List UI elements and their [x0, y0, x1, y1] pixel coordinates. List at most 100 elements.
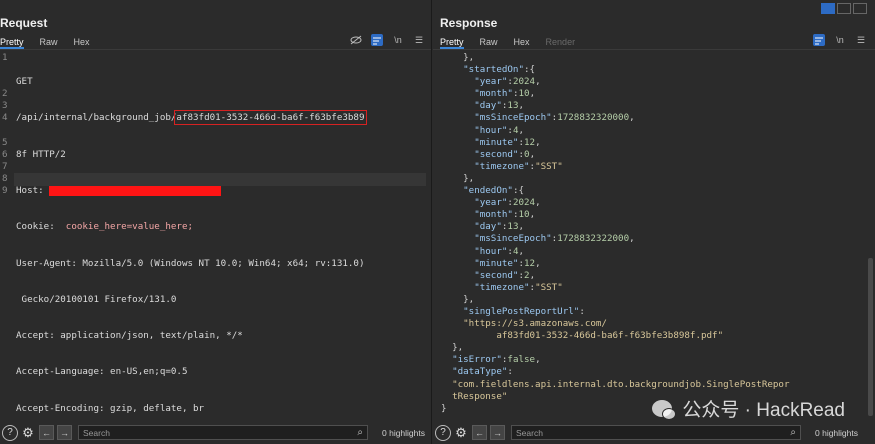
request-line: GET [16, 76, 33, 88]
json-token: "https://s3.amazonaws.com/ [463, 318, 607, 330]
json-token: :{ [524, 64, 536, 76]
json-token: "msSinceEpoch" [474, 233, 552, 245]
response-tab-hex[interactable]: Hex [514, 35, 530, 49]
json-token: "year" [474, 76, 508, 88]
request-line: Accept: application/json, text/plain, */… [16, 330, 243, 342]
settings-gear-icon[interactable]: ⚙ [20, 425, 36, 441]
response-json-line: }, [441, 342, 790, 354]
response-json-line: "minute":12, [441, 137, 790, 149]
response-json-line: "year":2024, [441, 197, 790, 209]
search-icon[interactable]: ⌕ [357, 427, 363, 438]
layout-toggle [819, 3, 867, 14]
request-pane: Request Pretty Raw Hex \n ☰ 1 2 3 4 5 6 … [0, 0, 432, 444]
json-token: :{ [512, 185, 525, 197]
response-json-line: "timezone":"SST" [441, 282, 790, 294]
json-token: , [518, 124, 525, 136]
json-token: 13 [507, 100, 519, 112]
forward-arrow-icon[interactable]: → [57, 425, 72, 440]
menu-icon[interactable]: ☰ [413, 34, 425, 46]
response-code: }, "startedOn":{ "year":2024, "month":10… [441, 52, 790, 415]
hide-nonprintable-icon[interactable] [350, 34, 362, 46]
response-tab-raw[interactable]: Raw [480, 35, 498, 49]
response-divider [433, 49, 875, 50]
menu-icon[interactable]: ☰ [855, 34, 867, 46]
response-json-line: "month":10, [441, 209, 790, 221]
word-wrap-icon[interactable] [371, 34, 383, 46]
json-token: "com.fieldlens.api.internal.dto.backgrou… [452, 378, 790, 390]
response-tabs: Pretty Raw Hex Render [440, 35, 591, 49]
json-token: }, [463, 52, 475, 63]
help-icon[interactable]: ? [2, 424, 18, 441]
response-search-bar: ? ⚙ ← → Search ⌕ 0 highlights [433, 424, 875, 441]
response-search-input[interactable]: Search ⌕ [511, 425, 801, 440]
layout-side-by-side-button[interactable] [821, 3, 835, 14]
response-scrollbar[interactable] [868, 258, 873, 416]
back-arrow-icon[interactable]: ← [472, 425, 487, 440]
request-tab-pretty[interactable]: Pretty [0, 35, 24, 49]
json-token: , [529, 269, 536, 281]
request-line: 8f HTTP/2 [16, 148, 66, 160]
redacted-host [49, 185, 222, 196]
json-token: , [535, 136, 541, 148]
json-token: 13 [507, 221, 519, 233]
settings-gear-icon[interactable]: ⚙ [453, 425, 469, 441]
search-placeholder: Search [516, 427, 543, 438]
json-token: 10 [518, 209, 530, 221]
json-token: "hour" [474, 124, 508, 136]
json-token: "SST" [535, 160, 563, 172]
back-arrow-icon[interactable]: ← [39, 425, 54, 440]
response-json-line: "day":13, [441, 221, 790, 233]
layout-stacked-button[interactable] [837, 3, 851, 14]
newline-icon[interactable]: \n [834, 34, 846, 46]
json-token: "endedOn" [463, 185, 513, 197]
json-token: false [507, 354, 536, 366]
request-line: Gecko/20100101 Firefox/131.0 [16, 293, 177, 305]
request-search-input[interactable]: Search ⌕ [78, 425, 368, 440]
watermark: 公众号 · HackRead [652, 395, 845, 422]
response-pane: Response Pretty Raw Hex Render \n ☰ }, "… [433, 0, 875, 444]
search-placeholder: Search [83, 427, 110, 438]
help-icon[interactable]: ? [435, 424, 451, 441]
job-id-highlight: af83fd01-3532-466d-ba6f-f63bfe3b89 [174, 110, 367, 126]
layout-tabs-button[interactable] [853, 3, 867, 14]
newline-icon[interactable]: \n [392, 34, 404, 46]
json-token: , [535, 76, 541, 88]
watermark-text: 公众号 · HackRead [682, 400, 845, 421]
line-number: 3 [2, 100, 8, 112]
line-number: 9 [2, 185, 8, 197]
request-line: User-Agent: Mozilla/5.0 (Windows NT 10.0… [16, 257, 365, 269]
search-icon[interactable]: ⌕ [790, 427, 796, 438]
line-number: 5 [2, 136, 8, 148]
response-json-line: "month":10, [441, 88, 790, 100]
request-tab-hex[interactable]: Hex [74, 35, 90, 49]
response-tab-pretty[interactable]: Pretty [440, 35, 464, 49]
json-token: tResponse" [452, 390, 508, 402]
word-wrap-icon[interactable] [813, 34, 825, 46]
json-token: : [507, 366, 513, 378]
json-token: "second" [474, 269, 519, 281]
forward-arrow-icon[interactable]: → [490, 425, 505, 440]
response-tab-render[interactable]: Render [546, 35, 576, 49]
json-token: , [629, 112, 635, 124]
line-number: 7 [2, 160, 8, 172]
request-tab-raw[interactable]: Raw [40, 35, 58, 49]
json-token: "hour" [474, 245, 508, 257]
response-json-line: "day":13, [441, 100, 790, 112]
request-title: Request [0, 16, 48, 30]
